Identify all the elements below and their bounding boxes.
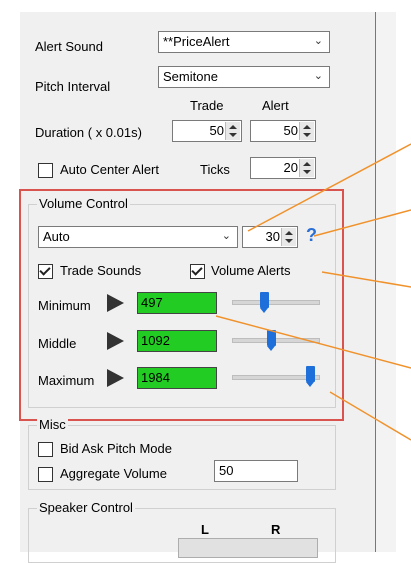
pointer-line — [329, 391, 411, 441]
annotation-lines — [215, 143, 411, 441]
pointer-line — [321, 271, 411, 288]
pointer-line — [313, 209, 411, 237]
pointer-line — [247, 143, 411, 232]
pointer-line — [215, 315, 411, 369]
